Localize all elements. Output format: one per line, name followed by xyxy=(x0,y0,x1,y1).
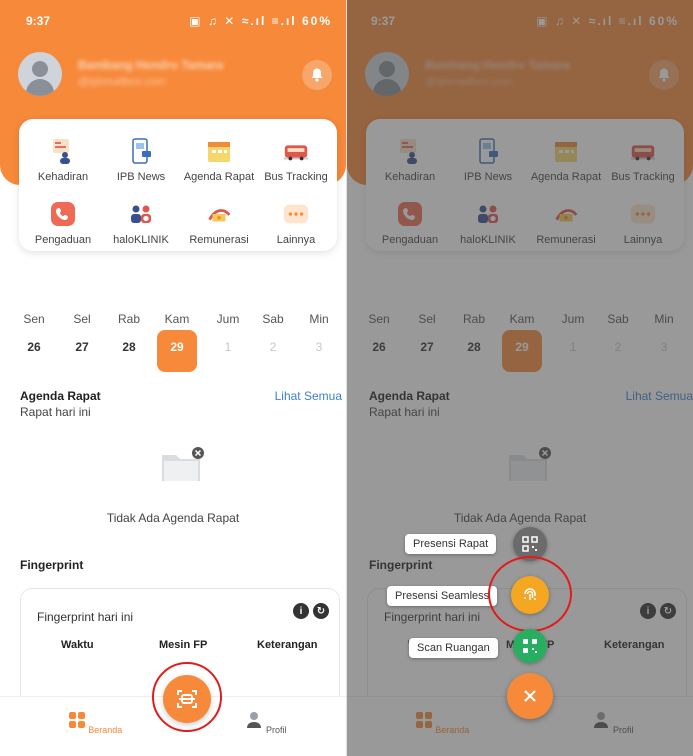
column-header: Waktu xyxy=(61,639,94,651)
close-icon xyxy=(524,690,536,702)
phone-icon xyxy=(51,202,75,226)
day-date: 3 xyxy=(315,340,323,354)
attendance-icon xyxy=(53,139,70,164)
bell-icon xyxy=(311,68,323,82)
menu-lainnya[interactable]: Lainnya xyxy=(256,200,336,246)
column-header: Keterangan xyxy=(257,639,318,651)
battery-level: 60% xyxy=(301,14,332,28)
scan-ruangan-label[interactable]: Scan Ruangan xyxy=(409,638,498,658)
day-item[interactable]: Jum 1 xyxy=(212,312,244,354)
person-icon xyxy=(247,712,262,728)
menu-haloklinik[interactable]: haloKLINIK xyxy=(101,200,181,246)
day-item[interactable]: Sel 27 xyxy=(66,312,98,354)
menu-bus-tracking[interactable]: Bus Tracking xyxy=(256,137,336,183)
day-name: Jum xyxy=(216,312,240,326)
home-screen: 9:37 ▣ ♫ ✕ ≈.ıl ≡.ıl 60% Bambang Hendro … xyxy=(0,0,346,756)
day-item-today[interactable]: Kam 29 xyxy=(157,312,197,372)
qr-icon xyxy=(522,536,538,552)
menu-agenda-rapat[interactable]: Agenda Rapat xyxy=(179,137,259,183)
empty-agenda-text: Tidak Ada Agenda Rapat xyxy=(106,511,240,525)
day-date: 27 xyxy=(75,340,89,354)
clinic-icon xyxy=(131,205,151,223)
profile-name: Bambang Hendro Tamara xyxy=(78,58,224,72)
agenda-subtitle: Rapat hari ini xyxy=(20,405,91,419)
nav-home[interactable]: Beranda xyxy=(65,711,125,735)
day-item[interactable]: Sab 2 xyxy=(257,312,289,354)
more-icon xyxy=(283,204,309,224)
highlight-circle xyxy=(152,662,222,732)
day-name: Min xyxy=(309,312,329,326)
presensi-seamless-label[interactable]: Presensi Seamless xyxy=(387,586,498,606)
money-icon xyxy=(208,209,231,222)
day-date: 28 xyxy=(122,340,136,354)
menu-label: haloKLINIK xyxy=(113,234,169,246)
empty-folder-icon xyxy=(162,447,204,481)
menu-remunerasi[interactable]: Remunerasi xyxy=(179,200,259,246)
refresh-icon[interactable]: ↻ xyxy=(313,603,329,619)
day-date: 29 xyxy=(170,340,184,354)
status-time: 9:37 xyxy=(26,14,51,28)
menu-card: Kehadiran IPB News Agenda Rapat Bus Trac… xyxy=(19,119,337,251)
nav-profile[interactable]: Profil xyxy=(236,711,296,735)
column-header: Mesin FP xyxy=(159,639,208,651)
day-name: Sen xyxy=(23,312,45,326)
home-grid-icon xyxy=(68,712,85,728)
day-date: 1 xyxy=(224,340,232,354)
notification-button[interactable] xyxy=(302,60,332,90)
menu-ipb-news[interactable]: IPB News xyxy=(101,137,181,183)
menu-label: IPB News xyxy=(116,171,166,183)
menu-label: Remunerasi xyxy=(189,234,249,246)
news-icon xyxy=(132,138,151,164)
day-date: 26 xyxy=(27,340,41,354)
home-screen-fab-open: 9:37 ▣ ♫ ✕ ≈.ıl ≡.ıl 60% Bambang Hendro … xyxy=(347,0,693,756)
menu-label: Kehadiran xyxy=(37,171,89,183)
info-icon[interactable]: i xyxy=(293,603,309,619)
scan-room-icon xyxy=(523,639,537,653)
close-fab-button[interactable] xyxy=(507,673,553,719)
status-icons: ▣ ♫ ✕ ≈.ıl ≡.ıl 60% xyxy=(189,14,332,28)
menu-label: Pengaduan xyxy=(34,234,92,246)
agenda-title: Agenda Rapat xyxy=(20,389,101,403)
day-name: Kam xyxy=(164,312,190,326)
day-item[interactable]: Rab 28 xyxy=(113,312,145,354)
profile-email: @ipbmailbox.com xyxy=(78,76,166,88)
day-date: 2 xyxy=(269,340,277,354)
nav-label: Profil xyxy=(266,725,287,735)
menu-kehadiran[interactable]: Kehadiran xyxy=(23,137,103,183)
day-name: Rab xyxy=(117,312,140,326)
highlight-circle xyxy=(488,556,572,632)
day-item[interactable]: Sen 26 xyxy=(18,312,50,354)
presensi-rapat-label[interactable]: Presensi Rapat xyxy=(405,534,497,554)
signal-icons: ▣ ♫ ✕ ≈.ıl ≡.ıl xyxy=(189,14,297,28)
calendar-icon xyxy=(208,142,230,162)
see-all-link[interactable]: Lihat Semua xyxy=(275,389,342,403)
day-item[interactable]: Min 3 xyxy=(303,312,335,354)
menu-label: Bus Tracking xyxy=(264,171,328,183)
status-bar: 9:37 ▣ ♫ ✕ ≈.ıl ≡.ıl 60% xyxy=(0,0,346,40)
fingerprint-title: Fingerprint xyxy=(20,558,84,572)
day-name: Sab xyxy=(262,312,284,326)
menu-pengaduan[interactable]: Pengaduan xyxy=(23,200,103,246)
nav-label: Beranda xyxy=(88,725,123,735)
menu-label: Lainnya xyxy=(276,234,316,246)
scan-ruangan-button[interactable] xyxy=(513,629,547,663)
menu-label: Agenda Rapat xyxy=(183,171,255,183)
avatar[interactable] xyxy=(18,52,62,96)
fingerprint-card-title: Fingerprint hari ini xyxy=(37,610,134,624)
day-name: Sel xyxy=(73,312,91,326)
bus-icon xyxy=(283,145,309,161)
